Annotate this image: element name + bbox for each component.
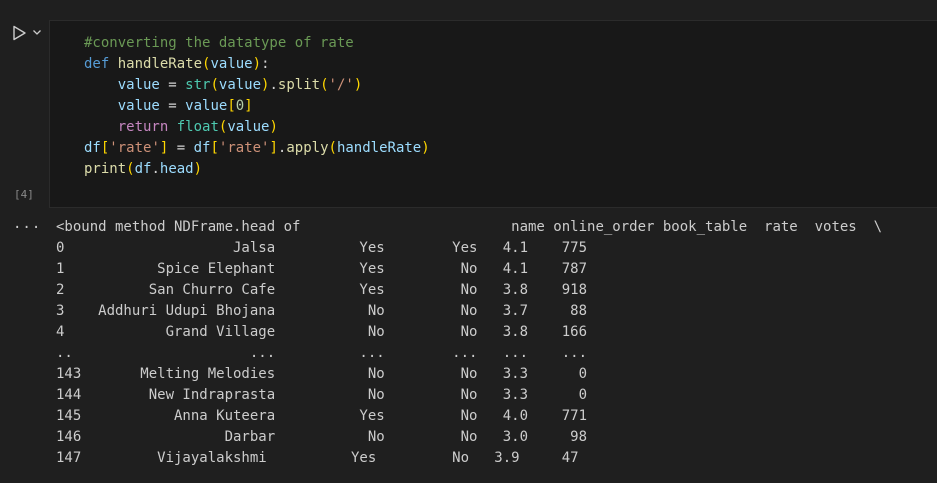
code-line: value = value[0] bbox=[84, 96, 253, 117]
code-token: value bbox=[185, 98, 228, 114]
code-token: value bbox=[210, 56, 253, 72]
code-line: print(df.head) bbox=[84, 159, 202, 180]
code-token: ) bbox=[269, 119, 278, 135]
code-token: def bbox=[84, 56, 110, 72]
code-token: [ bbox=[227, 98, 236, 114]
cell-gutter: [4] bbox=[0, 0, 49, 210]
code-token: apply bbox=[286, 140, 329, 156]
code-token: str bbox=[185, 77, 211, 93]
code-line: value = str(value).split('/') bbox=[84, 75, 363, 96]
code-token: handleRate bbox=[336, 140, 422, 156]
code-token: ( bbox=[320, 77, 329, 93]
output-actions-button[interactable]: ... bbox=[13, 216, 41, 232]
output-line: 2 San Churro Cafe Yes No 3.8 918 bbox=[56, 282, 588, 298]
code-token: split bbox=[277, 77, 321, 93]
chevron-down-icon[interactable] bbox=[31, 26, 43, 38]
code-token: 0 bbox=[235, 98, 245, 114]
output-line: .. ... ... ... ... ... bbox=[56, 345, 588, 361]
output-line: 143 Melting Melodies No No 3.3 0 bbox=[56, 366, 588, 382]
output-line: 4 Grand Village No No 3.8 166 bbox=[56, 324, 588, 340]
code-line: return float(value) bbox=[84, 117, 278, 138]
code-token: [ bbox=[210, 140, 219, 156]
code-token: ( bbox=[210, 77, 219, 93]
code-token: value bbox=[218, 77, 262, 93]
play-icon[interactable] bbox=[10, 24, 28, 42]
code-line: #converting the datatype of rate bbox=[84, 33, 354, 54]
code-line: def handleRate(value): bbox=[84, 54, 270, 75]
code-token: ( bbox=[126, 161, 135, 177]
code-token: head bbox=[159, 161, 194, 177]
code-token: 'rate' bbox=[218, 140, 270, 156]
code-token: . bbox=[151, 161, 160, 177]
output-line: 1 Spice Elephant Yes No 4.1 787 bbox=[56, 261, 588, 277]
code-token: ( bbox=[328, 140, 337, 156]
code-token: '/' bbox=[328, 77, 354, 93]
output-line: 144 New Indraprasta No No 3.3 0 bbox=[56, 387, 588, 403]
code-token: #converting the datatype of rate bbox=[84, 35, 354, 51]
code-token: handleRate bbox=[117, 56, 203, 72]
execution-count: [4] bbox=[14, 188, 34, 201]
code-token: value bbox=[227, 119, 270, 135]
code-token: : bbox=[261, 56, 270, 72]
output-line: 0 Jalsa Yes Yes 4.1 775 bbox=[56, 240, 588, 256]
code-token: = bbox=[168, 140, 194, 156]
output-line: 147 Vijayalakshmi Yes No 3.9 47 bbox=[56, 450, 579, 466]
code-token: float bbox=[176, 119, 219, 135]
code-token: ) bbox=[252, 56, 262, 72]
output-line: 145 Anna Kuteera Yes No 4.0 771 bbox=[56, 408, 588, 424]
code-cell[interactable]: [4] #converting the datatype of rate def … bbox=[0, 0, 937, 210]
code-token: value bbox=[84, 77, 160, 93]
code-token: df bbox=[134, 161, 152, 177]
notebook-view: [4] #converting the datatype of rate def … bbox=[0, 0, 937, 483]
code-token: ) bbox=[353, 77, 363, 93]
output-line: 146 Darbar No No 3.0 98 bbox=[56, 429, 588, 445]
code-token: ) bbox=[193, 161, 203, 177]
code-editor[interactable]: #converting the datatype of rate def hand… bbox=[49, 20, 937, 208]
code-token: ] bbox=[269, 140, 278, 156]
code-token: print bbox=[84, 161, 127, 177]
code-token: = bbox=[159, 77, 186, 93]
code-token: value bbox=[84, 98, 160, 114]
code-token: ] bbox=[244, 98, 253, 114]
code-token: df bbox=[193, 140, 211, 156]
code-token: df bbox=[84, 140, 101, 156]
cell-output: ... <bound method NDFrame.head of name o… bbox=[0, 210, 937, 483]
code-token: ) bbox=[421, 140, 430, 156]
code-token: . bbox=[269, 77, 278, 93]
output-line: 3 Addhuri Udupi Bhojana No No 3.7 88 bbox=[56, 303, 588, 319]
code-line: df['rate'] = df['rate'].apply(handleRate… bbox=[84, 138, 430, 159]
code-token: = bbox=[159, 98, 186, 114]
code-token: return bbox=[84, 119, 169, 135]
code-token: 'rate' bbox=[109, 140, 160, 156]
output-line: <bound method NDFrame.head of name onlin… bbox=[56, 219, 883, 235]
